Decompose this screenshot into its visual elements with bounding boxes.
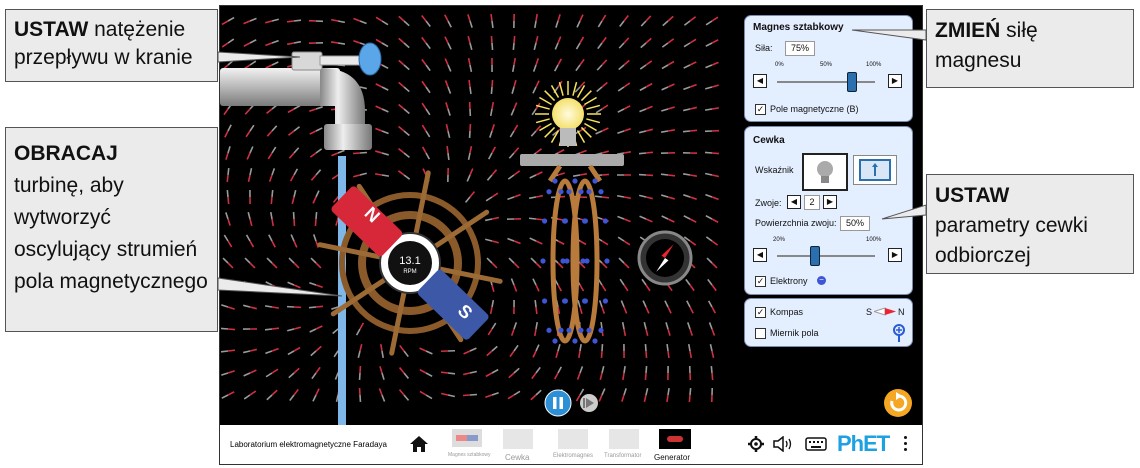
coil-panel: Cewka Wskaźnik Zwoje: ◀ 2 ▶ Powierzchnia… — [744, 126, 913, 295]
voltmeter-icon — [859, 159, 891, 181]
reset-icon[interactable] — [884, 389, 912, 417]
navigation-bar: Laboratorium elektromagnetyczne Faradaya… — [219, 425, 923, 465]
strength-slider-track[interactable] — [777, 81, 875, 83]
strength-increase-button[interactable]: ▶ — [888, 74, 902, 88]
loops-increase-button[interactable]: ▶ — [823, 195, 837, 209]
strength-decrease-button[interactable]: ◀ — [753, 74, 767, 88]
screen-tab-generator-label: Generator — [654, 453, 691, 462]
screen-tab-electromagnet[interactable]: Elektromagnes — [553, 429, 593, 462]
area-increase-button[interactable]: ▶ — [888, 248, 902, 262]
callout-turbine-text: turbinę, aby wytworzyć oscylujący strumi… — [14, 174, 208, 293]
fieldmeter-checkbox[interactable] — [755, 328, 766, 339]
callout-faucet-bold: USTAW — [14, 18, 89, 41]
area-slider-track[interactable] — [777, 255, 875, 257]
rpm-unit: RPM — [403, 269, 416, 275]
screen-tab-transformer[interactable]: Transformator — [604, 429, 644, 462]
area-slider-thumb[interactable] — [809, 246, 820, 266]
loops-label: Zwoje: — [755, 198, 782, 208]
callout-coil: USTAW parametry cewki odbiorczej — [926, 174, 1134, 274]
faucet-knob[interactable] — [358, 42, 382, 76]
compass-icon[interactable] — [637, 230, 693, 286]
callout-faucet: USTAW natężenie przepływu w kranie — [5, 9, 218, 82]
kebab-menu-icon[interactable] — [904, 436, 908, 452]
screen-tab-coil[interactable]: Cewka — [501, 429, 535, 462]
area-value: 50% — [840, 216, 870, 231]
electrons-checkbox[interactable]: ✓ — [755, 276, 766, 287]
callout-turbine-bold: OBRACAJ — [14, 142, 118, 165]
screen-tab-magnet[interactable]: Magnes sztabkowy — [448, 429, 491, 462]
area-decrease-button[interactable]: ◀ — [753, 248, 767, 262]
indicator-label: Wskaźnik — [755, 165, 794, 175]
electron-icon: − — [817, 276, 826, 285]
pause-button[interactable] — [544, 389, 572, 417]
fieldmeter-checkbox-label: Miernik pola — [770, 328, 819, 338]
field-checkbox[interactable]: ✓ — [755, 104, 766, 115]
indicator-voltmeter-button[interactable] — [853, 155, 897, 185]
app-title: Laboratorium elektromagnetyczne Faradaya — [230, 440, 387, 449]
compass-checkbox[interactable]: ✓ — [755, 307, 766, 318]
magnet-panel: Magnes sztabkowy Siła: 75% 0% 50% 100% ◀… — [744, 15, 913, 122]
field-checkbox-label: Pole magnetyczne (B) — [770, 104, 859, 114]
home-icon[interactable] — [409, 435, 429, 453]
area-tick-100: 100% — [866, 237, 882, 243]
screen-tab-magnet-label: Magnes sztabkowy — [448, 452, 491, 458]
field-meter-icon — [893, 324, 905, 342]
faucet[interactable] — [220, 42, 382, 150]
area-tick-20: 20% — [773, 237, 786, 243]
strength-tick-0: 0% — [775, 62, 784, 68]
callout-turbine: OBRACAJ turbinę, aby wytworzyć oscylując… — [5, 127, 218, 332]
speaker-icon[interactable] — [773, 436, 793, 452]
loops-decrease-button[interactable]: ◀ — [787, 195, 801, 209]
screen-tab-transformer-label: Transformator — [604, 453, 642, 459]
keyboard-icon[interactable] — [805, 437, 827, 451]
strength-slider-thumb[interactable] — [846, 72, 857, 92]
strength-label: Siła: — [755, 43, 773, 53]
indicator-bulb-button[interactable] — [802, 153, 848, 191]
strength-tick-50: 50% — [820, 62, 833, 68]
compass-checkbox-label: Kompas — [770, 307, 804, 317]
callout-magnet: ZMIEŃ siłę magnesu — [926, 9, 1134, 88]
tools-panel: ✓ Kompas S N Miernik pola — [744, 298, 913, 347]
step-button[interactable] — [580, 394, 598, 412]
screen-tab-generator[interactable]: Generator — [654, 429, 697, 462]
screen-tab-electromagnet-label: Elektromagnes — [553, 453, 594, 459]
strength-tick-100: 100% — [866, 62, 882, 68]
loops-value: 2 — [804, 195, 820, 210]
pickup-coil[interactable] — [547, 164, 603, 344]
phet-logo-text: PhET — [837, 431, 890, 456]
rpm-value: 13.1 — [399, 255, 420, 267]
screen-tab-coil-label: Cewka — [505, 453, 530, 462]
callout-magnet-bold: ZMIEŃ — [935, 19, 1001, 42]
coil-panel-title: Cewka — [753, 135, 785, 146]
phet-logo[interactable]: PhET — [837, 431, 890, 457]
bulb-icon — [817, 161, 833, 183]
simulation-canvas: 13.1 RPM N S Magnes sztabkowy Siła: 75% … — [219, 5, 923, 426]
gear-icon[interactable] — [748, 436, 764, 452]
area-label: Powierzchnia zwoju: — [755, 218, 837, 228]
compass-needle-icon — [874, 307, 896, 316]
strength-value: 75% — [785, 41, 815, 56]
compass-s-label: S — [866, 307, 873, 317]
magnet-panel-title: Magnes sztabkowy — [753, 22, 844, 33]
callout-coil-text: parametry cewki odbiorczej — [935, 214, 1088, 267]
electrons-label: Elektrony — [770, 276, 808, 286]
compass-n-label: N — [898, 307, 905, 317]
callout-coil-bold: USTAW — [935, 184, 1010, 207]
